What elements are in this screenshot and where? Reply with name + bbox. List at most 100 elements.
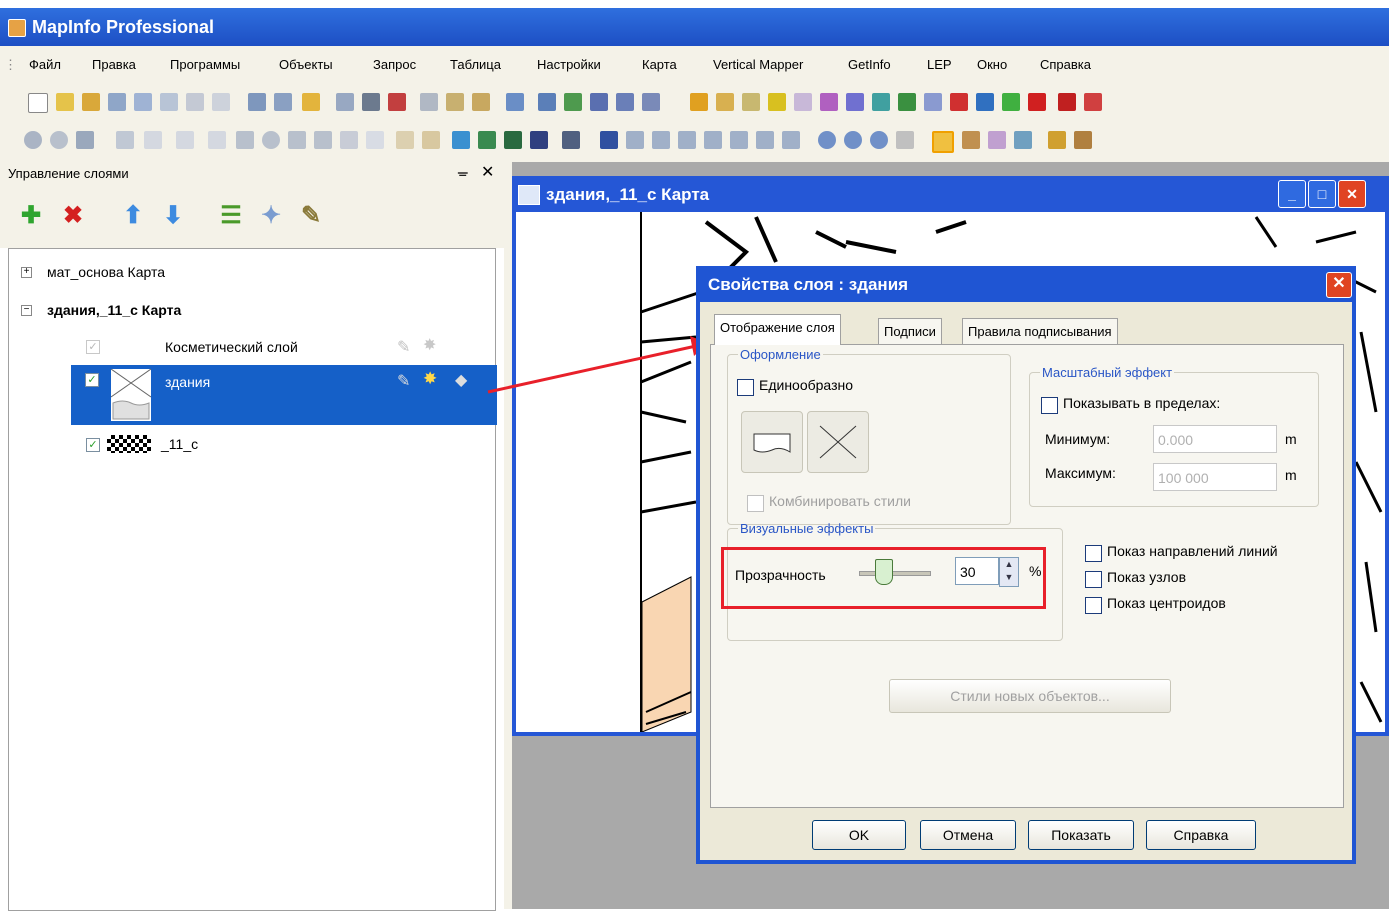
tool-g-icon[interactable] [846, 93, 864, 111]
tool-k-icon[interactable] [950, 93, 968, 111]
layer-cosmetic[interactable]: Косметический слой [165, 339, 298, 355]
boundary-select-icon[interactable] [704, 131, 722, 149]
layer-mat-osnova[interactable]: мат_основа Карта [47, 264, 165, 280]
tool-j-icon[interactable] [924, 93, 942, 111]
collapse-icon[interactable]: − [21, 305, 32, 316]
arc-icon[interactable] [208, 131, 226, 149]
save-icon[interactable] [108, 93, 126, 111]
min-scale-input[interactable]: 0.000 [1153, 425, 1277, 453]
centroids-checkbox[interactable] [1085, 597, 1102, 614]
copy-icon[interactable] [446, 93, 464, 111]
selectable-icon[interactable]: ✸ [423, 369, 437, 389]
new-layout-icon[interactable] [616, 93, 634, 111]
menu-lep[interactable]: LEP [927, 57, 952, 72]
rectangle-icon[interactable] [288, 131, 306, 149]
nodes-checkbox[interactable] [1085, 571, 1102, 588]
ok-button[interactable]: OK [812, 820, 906, 850]
tool-a-icon[interactable] [690, 93, 708, 111]
max-scale-input[interactable]: 100 000 [1153, 463, 1277, 491]
grabber-icon[interactable] [896, 131, 914, 149]
label-tag-icon[interactable]: ◆ [455, 370, 467, 390]
tab-labels[interactable]: Подписи [878, 318, 942, 345]
drag-map-icon[interactable] [988, 131, 1006, 149]
minimize-icon[interactable]: _ [1278, 180, 1306, 208]
tool-e-icon[interactable] [794, 93, 812, 111]
symbol-style-icon[interactable] [452, 131, 470, 149]
layer-raster[interactable]: _11_с [161, 436, 198, 452]
marquee-select-icon[interactable] [626, 131, 644, 149]
new-redistrict-icon[interactable] [642, 93, 660, 111]
radius-select-icon[interactable] [652, 131, 670, 149]
new-object-styles-button[interactable]: Стили новых объектов... [889, 679, 1171, 713]
menu-table[interactable]: Таблица [450, 57, 501, 72]
new-mapper-icon[interactable] [564, 93, 582, 111]
help-button[interactable]: Справка [1146, 820, 1256, 850]
tool-i-icon[interactable] [898, 93, 916, 111]
uniform-checkbox[interactable] [737, 379, 754, 396]
erase-icon[interactable] [50, 131, 68, 149]
window-close-icon[interactable]: ✕ [1338, 180, 1366, 208]
open-table-icon[interactable] [302, 93, 320, 111]
reshape-icon[interactable] [116, 131, 134, 149]
combine-icon[interactable] [76, 131, 94, 149]
tab-label-rules[interactable]: Правила подписывания [962, 318, 1118, 345]
tool-b-icon[interactable] [716, 93, 734, 111]
print-preview-icon[interactable] [336, 93, 354, 111]
polygon-icon[interactable] [236, 131, 254, 149]
hotlink-icon[interactable] [1014, 131, 1032, 149]
layer-zdaniya[interactable]: здания [165, 374, 210, 390]
undo-icon[interactable] [506, 93, 524, 111]
menu-window[interactable]: Окно [977, 57, 1007, 72]
label-icon[interactable] [962, 131, 980, 149]
layer-control-icon[interactable] [1048, 131, 1066, 149]
edit-icon[interactable]: ✎ [397, 371, 410, 391]
tool-f-icon[interactable] [820, 93, 838, 111]
dialog-close-icon[interactable]: ✕ [1326, 272, 1352, 298]
menu-options[interactable]: Настройки [537, 57, 601, 72]
maximize-icon[interactable]: □ [1308, 180, 1336, 208]
menu-file[interactable]: Файл [29, 57, 61, 72]
ruler-icon[interactable] [1074, 131, 1092, 149]
layer-zdaniya-map[interactable]: здания,_11_с Карта [47, 302, 181, 318]
tool-n-icon[interactable] [1028, 93, 1046, 111]
raster-visible-checkbox[interactable]: ✓ [86, 438, 100, 452]
select-icon[interactable] [600, 131, 618, 149]
info-icon[interactable] [932, 131, 954, 153]
menu-objects[interactable]: Объекты [279, 57, 333, 72]
ellipse-icon[interactable] [262, 131, 280, 149]
line-style-icon[interactable] [478, 131, 496, 149]
pin-icon[interactable]: ᚚ [458, 164, 468, 181]
add-layer-icon[interactable]: ✚ [18, 203, 44, 229]
cosmetic-visible-checkbox[interactable]: ✓ [86, 340, 100, 354]
tool-o-icon[interactable] [1058, 93, 1076, 111]
add-node-icon[interactable] [396, 131, 414, 149]
move-up-icon[interactable]: ⬆ [120, 203, 146, 229]
tool-m-icon[interactable] [1002, 93, 1020, 111]
query-icon[interactable] [212, 93, 230, 111]
save-workspace-icon[interactable] [160, 93, 178, 111]
move-down-icon[interactable]: ⬇ [160, 203, 186, 229]
zdaniya-visible-checkbox[interactable]: ✓ [85, 373, 99, 387]
menu-query[interactable]: Запрос [373, 57, 416, 72]
tool-p-icon[interactable] [1084, 93, 1102, 111]
text-style-icon[interactable] [530, 131, 548, 149]
legend-icon[interactable] [562, 131, 580, 149]
print-icon[interactable] [362, 93, 380, 111]
cancel-button[interactable]: Отмена [920, 820, 1016, 850]
change-view-icon[interactable] [870, 131, 888, 149]
text-icon[interactable] [340, 131, 358, 149]
search-icon[interactable] [186, 93, 204, 111]
layer-properties-icon[interactable]: ☰ [218, 203, 244, 229]
open-workspace-icon[interactable] [82, 93, 100, 111]
export-icon[interactable] [388, 93, 406, 111]
rounded-rect-icon[interactable] [314, 131, 332, 149]
splitter[interactable] [504, 162, 512, 909]
show-button[interactable]: Показать [1028, 820, 1134, 850]
cut-icon[interactable] [420, 93, 438, 111]
new-icon[interactable] [28, 93, 48, 113]
save-copy-icon[interactable] [134, 93, 152, 111]
polygon-select-icon[interactable] [678, 131, 696, 149]
menu-help[interactable]: Справка [1040, 57, 1091, 72]
tool-c-icon[interactable] [742, 93, 760, 111]
region-style-icon[interactable] [504, 131, 522, 149]
